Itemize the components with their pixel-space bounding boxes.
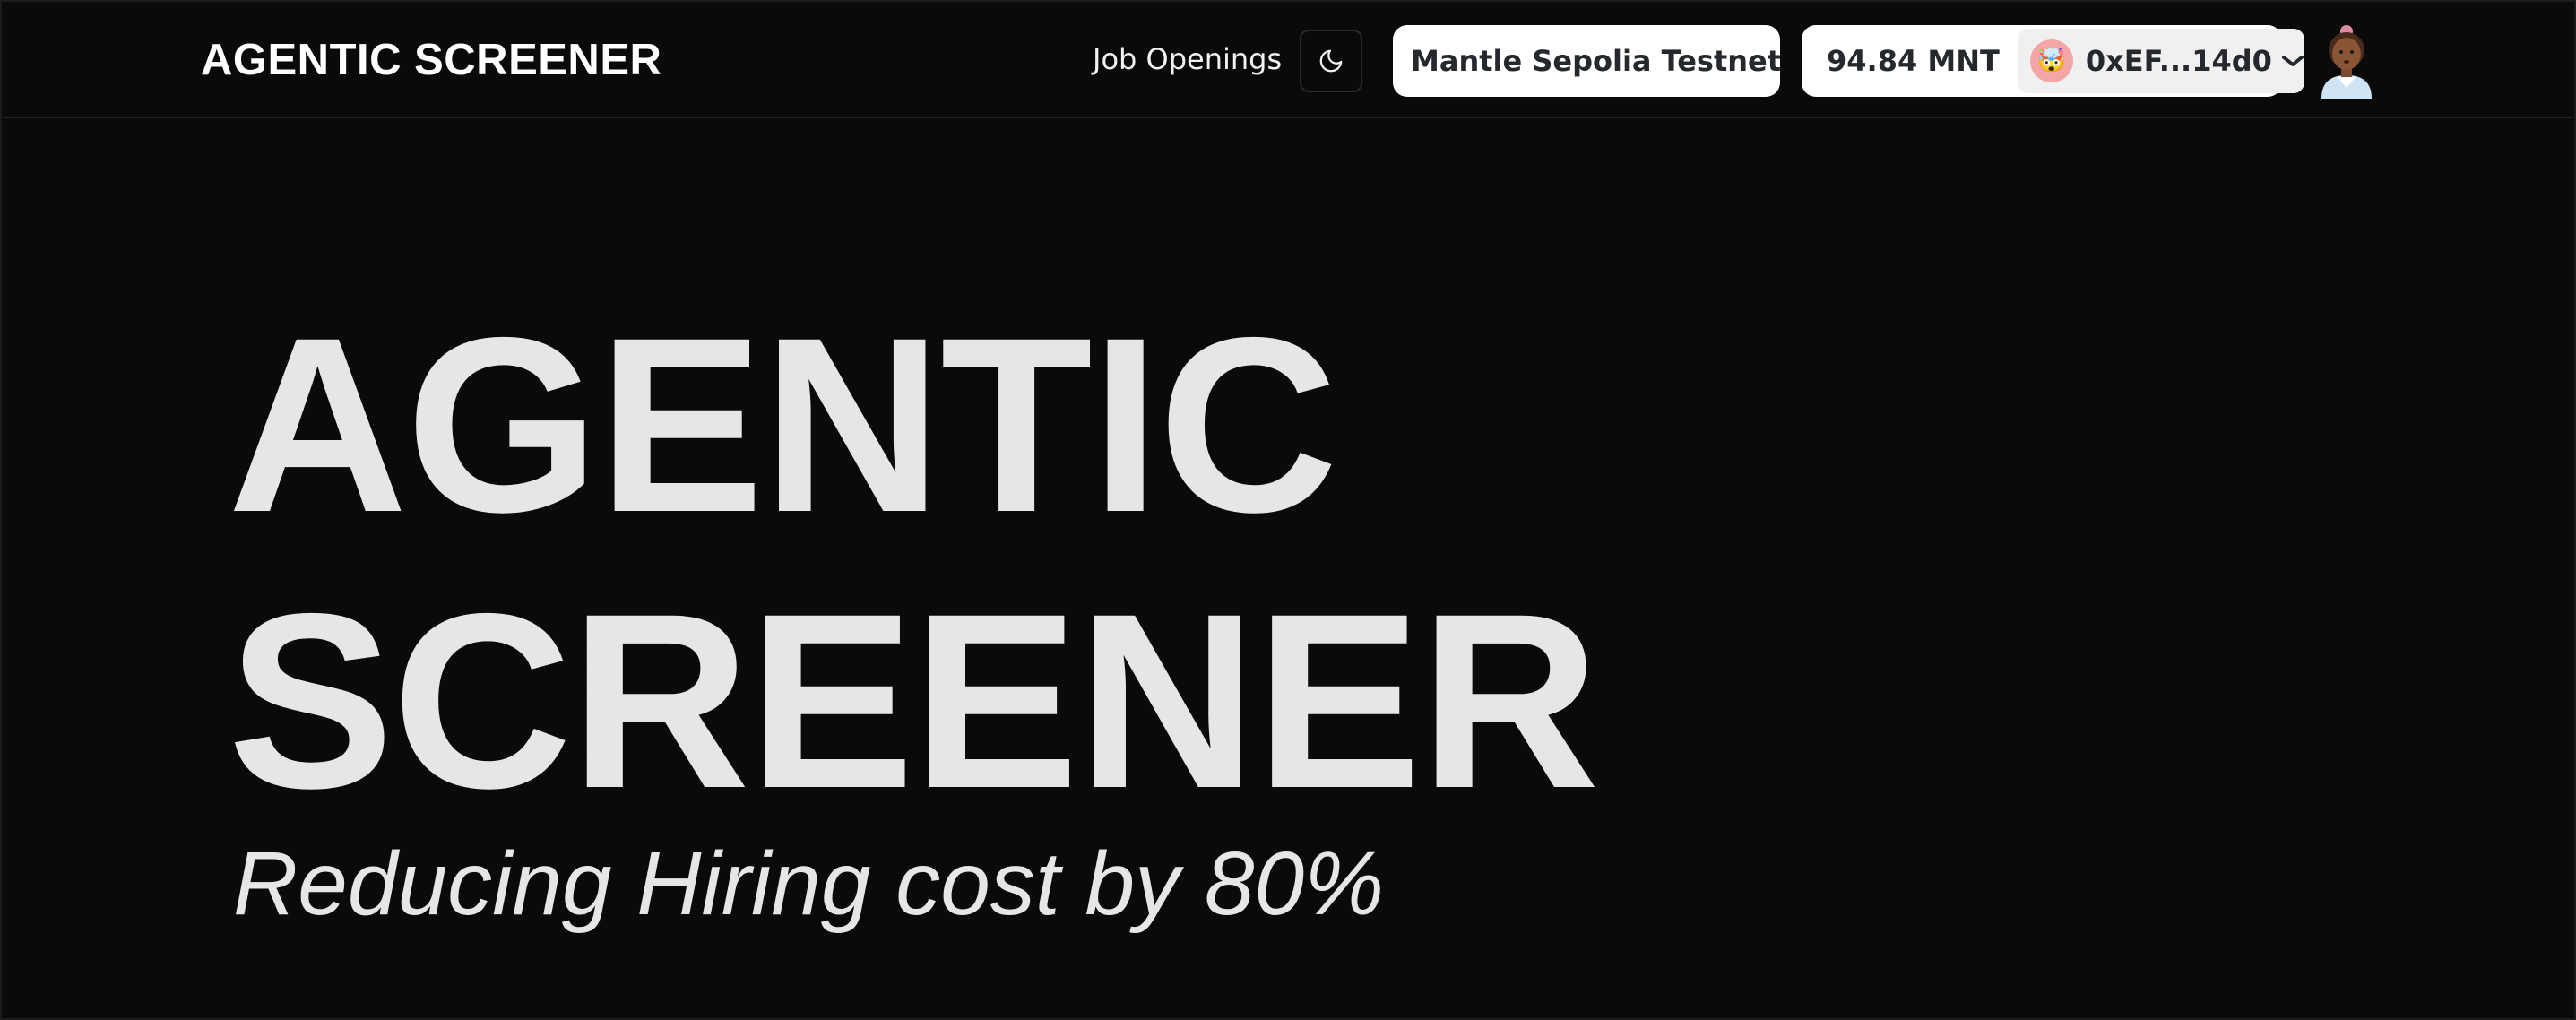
- hero-subtitle: Reducing Hiring cost by 80%: [233, 834, 1384, 934]
- job-openings-link[interactable]: Job Openings: [1093, 41, 1282, 77]
- theme-toggle-button[interactable]: [1300, 30, 1362, 92]
- wallet-address: 0xEF...14d0: [2085, 44, 2272, 78]
- navbar: AGENTIC SCREENER Job Openings Mantle Sep…: [2, 2, 2574, 118]
- chevron-down-icon: [2281, 56, 2304, 66]
- moon-icon: [1319, 49, 1343, 73]
- hero-title: AGENTIC SCREENER: [228, 285, 1600, 840]
- network-selector-button[interactable]: Mantle Sepolia Testnet: [1393, 25, 1782, 97]
- hero-title-line-1: AGENTIC: [228, 285, 1338, 564]
- hero-title-line-2: SCREENER: [228, 561, 1600, 840]
- network-name: Mantle Sepolia Testnet: [1411, 44, 1782, 78]
- brand-logo-text[interactable]: AGENTIC SCREENER: [201, 34, 661, 86]
- account-avatar-icon: 🤯: [2029, 39, 2073, 82]
- wallet-button[interactable]: 94.84 MNT 🤯 0xEF...14d0: [1802, 25, 2304, 97]
- profile-avatar-icon[interactable]: [2314, 23, 2379, 99]
- account-button[interactable]: 🤯 0xEF...14d0: [2017, 29, 2304, 93]
- page: AGENTIC SCREENER Job Openings Mantle Sep…: [0, 0, 2576, 1020]
- wallet-balance: 94.84 MNT: [1827, 44, 2000, 78]
